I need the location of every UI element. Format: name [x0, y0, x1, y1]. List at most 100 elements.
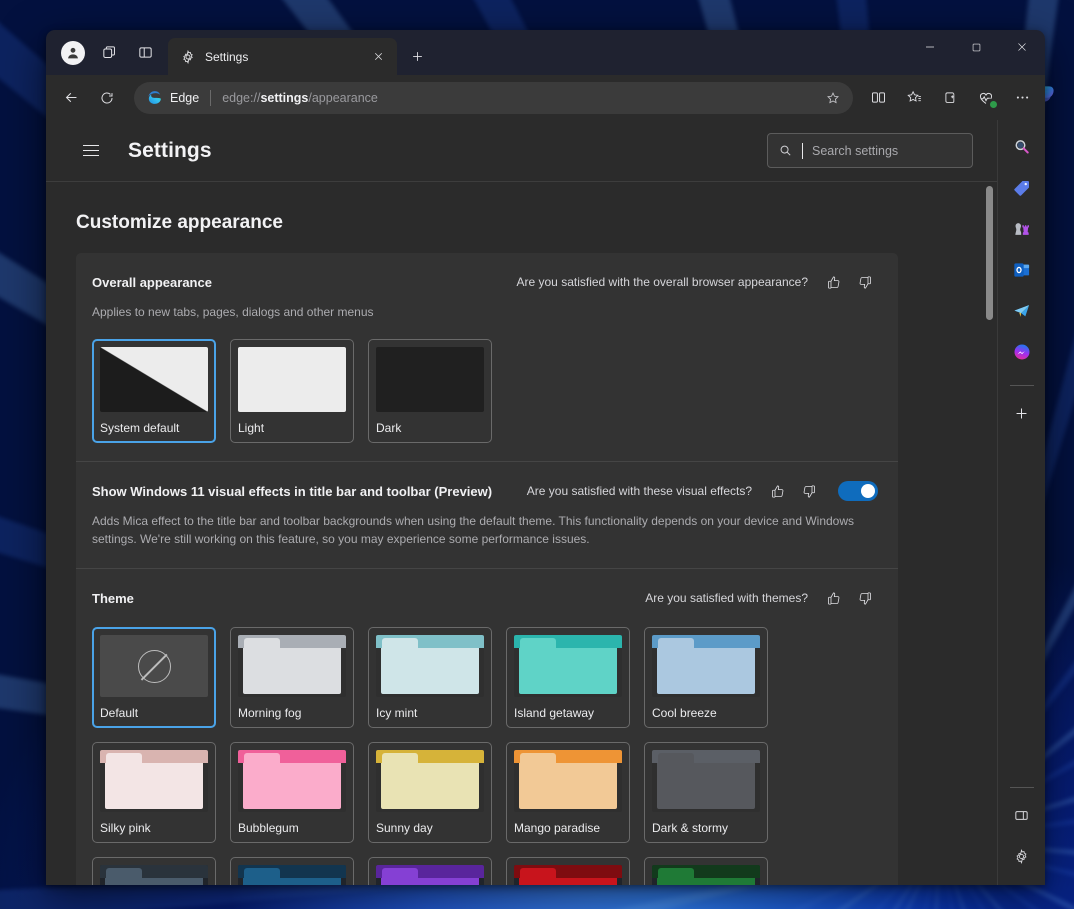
sidebar-settings-button[interactable]: [1005, 839, 1039, 873]
thumbs-up-icon[interactable]: [820, 585, 846, 611]
back-button[interactable]: [54, 82, 88, 114]
theme-preview-default: [100, 635, 208, 697]
sidebar-add-button[interactable]: [1005, 396, 1039, 430]
theme-preview-body: [243, 878, 341, 885]
theme-option-sunny-day[interactable]: Sunny day: [368, 742, 492, 843]
edge-badge: Edge: [146, 89, 199, 106]
theme-preview-swatch: [376, 635, 484, 697]
tab-settings[interactable]: Settings: [168, 38, 397, 75]
sidebar-item-telegram[interactable]: [1005, 294, 1039, 328]
refresh-button[interactable]: [90, 82, 124, 114]
theme-option-13[interactable]: [506, 857, 630, 885]
theme-preview-swatch: [100, 750, 208, 812]
browser-window: Settings: [46, 30, 1045, 885]
search-input[interactable]: Search settings: [767, 133, 973, 168]
theme-option-mango-paradise[interactable]: Mango paradise: [506, 742, 630, 843]
visual-effects-header: Show Windows 11 visual effects in title …: [92, 478, 878, 504]
preview-dark: [376, 347, 484, 412]
scrollbar-thumb[interactable]: [986, 186, 993, 320]
maximize-button[interactable]: [953, 30, 999, 64]
theme-preview-swatch: [238, 635, 346, 697]
close-icon[interactable]: [367, 46, 389, 68]
theme-preview-swatch: [376, 750, 484, 812]
theme-option-12[interactable]: [368, 857, 492, 885]
collections-icon[interactable]: [933, 82, 967, 114]
new-tab-button[interactable]: [402, 41, 432, 71]
favorites-icon[interactable]: [897, 82, 931, 114]
appearance-option-light[interactable]: Light: [230, 339, 354, 443]
text-caret: [802, 143, 803, 159]
theme-preview-body: [105, 763, 203, 809]
address-bar[interactable]: Edge edge://settings/appearance: [134, 82, 853, 114]
visual-effects-toggle[interactable]: [838, 481, 878, 501]
theme-option-label: Cool breeze: [652, 706, 760, 720]
theme-option-cool-breeze[interactable]: Cool breeze: [644, 627, 768, 728]
tab-title: Settings: [205, 50, 358, 64]
theme-preview-swatch: [514, 635, 622, 697]
customize-sidebar-button[interactable]: [1005, 798, 1039, 832]
sidebar-bottom-divider: [1010, 787, 1034, 788]
thumbs-down-icon[interactable]: [796, 478, 822, 504]
more-options-button[interactable]: [1005, 82, 1039, 114]
theme-option-icy-mint[interactable]: Icy mint: [368, 627, 492, 728]
content-scrollbar[interactable]: [986, 186, 993, 881]
thumbs-down-icon[interactable]: [852, 269, 878, 295]
appearance-option-system-default[interactable]: System default: [92, 339, 216, 443]
thumbs-up-icon[interactable]: [764, 478, 790, 504]
overall-appearance-section: Overall appearance Are you satisfied wit…: [76, 253, 898, 461]
theme-option-default[interactable]: Default: [92, 627, 216, 728]
theme-option-morning-fog[interactable]: Morning fog: [230, 627, 354, 728]
customize-appearance-title: Customize appearance: [76, 212, 997, 234]
gear-icon: [180, 49, 196, 65]
theme-option-island-getaway[interactable]: Island getaway: [506, 627, 630, 728]
sidebar-item-outlook[interactable]: [1005, 253, 1039, 287]
settings-scroll-area[interactable]: Customize appearance Overall appearance …: [46, 182, 997, 885]
edge-logo-icon: [146, 89, 163, 106]
theme-option-label: Silky pink: [100, 821, 208, 835]
theme-option-10[interactable]: [92, 857, 216, 885]
overall-feedback-question: Are you satisfied with the overall brows…: [517, 275, 809, 289]
theme-grid: DefaultMorning fog Icy mint Island getaway…: [92, 627, 878, 885]
minimize-button[interactable]: [907, 30, 953, 64]
theme-option-silky-pink[interactable]: Silky pink: [92, 742, 216, 843]
theme-preview-body: [105, 878, 203, 885]
sidebar-item-games[interactable]: [1005, 212, 1039, 246]
thumbs-up-icon[interactable]: [820, 269, 846, 295]
theme-option-11[interactable]: [230, 857, 354, 885]
theme-preview-body: [381, 763, 479, 809]
theme-option-bubblegum[interactable]: Bubblegum: [230, 742, 354, 843]
close-window-button[interactable]: [999, 30, 1045, 64]
sidebar-item-search[interactable]: [1005, 130, 1039, 164]
appearance-option-label: Dark: [376, 421, 484, 435]
appearance-option-dark[interactable]: Dark: [368, 339, 492, 443]
theme-preview-body: [243, 763, 341, 809]
theme-option-dark-stormy[interactable]: Dark & stormy: [644, 742, 768, 843]
theme-option-label: Dark & stormy: [652, 821, 760, 835]
appearance-option-label: System default: [100, 421, 208, 435]
theme-preview-swatch: [376, 865, 484, 885]
toggle-knob: [861, 484, 875, 498]
theme-preview-swatch: [652, 750, 760, 812]
theme-section: Theme Are you satisfied with themes?: [76, 569, 898, 885]
profile-button[interactable]: [56, 37, 90, 69]
visual-effects-feedback-question: Are you satisfied with these visual effe…: [527, 484, 752, 498]
star-icon[interactable]: [819, 85, 847, 111]
hamburger-icon[interactable]: [76, 136, 106, 166]
theme-option-label: Icy mint: [376, 706, 484, 720]
split-screen-titlebar-button[interactable]: [128, 37, 162, 69]
edge-label: Edge: [170, 91, 199, 105]
theme-option-label: Bubblegum: [238, 821, 346, 835]
sidebar-item-messenger[interactable]: [1005, 335, 1039, 369]
theme-preview-swatch: [514, 865, 622, 885]
browser-toolbar: Edge edge://settings/appearance: [46, 75, 1045, 120]
split-screen-icon[interactable]: [861, 82, 895, 114]
theme-feedback: Are you satisfied with themes?: [645, 585, 878, 611]
theme-option-label: Sunny day: [376, 821, 484, 835]
theme-option-14[interactable]: [644, 857, 768, 885]
sidebar-divider: [1010, 385, 1034, 386]
sidebar-item-shopping[interactable]: [1005, 171, 1039, 205]
theme-preview-swatch: [100, 865, 208, 885]
thumbs-down-icon[interactable]: [852, 585, 878, 611]
browser-essentials-icon[interactable]: [969, 82, 1003, 114]
tab-actions-button[interactable]: [92, 37, 126, 69]
